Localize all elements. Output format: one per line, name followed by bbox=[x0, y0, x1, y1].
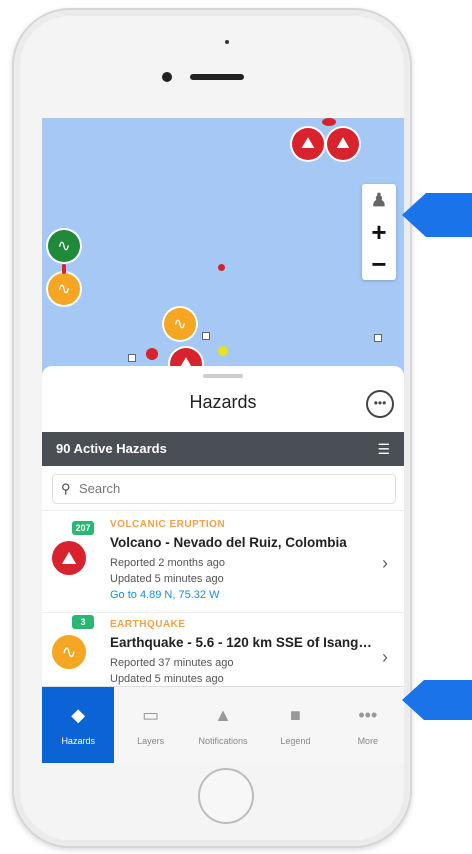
tab-label: More bbox=[357, 736, 379, 746]
earthquake-icon: ∿ bbox=[173, 316, 187, 333]
bottom-tab-bar: ◆ Hazards ▭ Layers ▲ Notifications ■ Leg… bbox=[42, 686, 404, 763]
search-placeholder: Search bbox=[79, 481, 121, 496]
count-badge: 207 bbox=[72, 521, 94, 535]
hazards-sheet: Hazards ••• 90 Active Hazards ☰ ⚲ Search… bbox=[42, 366, 404, 686]
volcano-icon: ⛰ bbox=[52, 541, 86, 575]
event-dot[interactable] bbox=[218, 264, 225, 271]
pegman-icon[interactable]: ♟ bbox=[362, 184, 396, 216]
search-icon: ⚲ bbox=[61, 481, 71, 496]
tab-label: Legend bbox=[280, 736, 311, 746]
earthquake-marker[interactable]: ∿ bbox=[48, 230, 80, 262]
event-dot[interactable] bbox=[146, 348, 158, 360]
station-marker[interactable] bbox=[202, 332, 210, 340]
hazard-title: Volcano - Nevado del Ruiz, Colombia bbox=[110, 535, 347, 550]
proximity-sensor bbox=[225, 40, 229, 44]
tab-label: Notifications bbox=[198, 736, 248, 746]
bell-icon: ▲ bbox=[214, 705, 232, 725]
count-badge: 3 bbox=[72, 615, 94, 629]
connector-line bbox=[62, 264, 66, 274]
drag-handle[interactable] bbox=[203, 374, 243, 378]
tab-layers[interactable]: ▭ Layers bbox=[114, 687, 186, 763]
callout-arrow-map bbox=[402, 193, 472, 237]
filter-icon[interactable]: ☰ bbox=[377, 441, 390, 458]
layers-icon: ▭ bbox=[142, 705, 160, 725]
updated-time: Updated 5 minutes ago bbox=[110, 573, 224, 585]
more-icon: ••• bbox=[358, 705, 378, 725]
hazard-category: VOLCANIC ERUPTION bbox=[110, 519, 226, 530]
earthquake-icon: ∿ bbox=[57, 281, 71, 298]
tab-label: Layers bbox=[137, 736, 165, 746]
earthquake-icon: ∿ bbox=[52, 635, 86, 669]
hazard-list-item[interactable]: ∿ 3 EARTHQUAKE Earthquake - 5.6 - 120 km… bbox=[42, 612, 404, 687]
home-button[interactable] bbox=[198, 768, 254, 824]
earthquake-marker[interactable]: ∿ bbox=[48, 273, 80, 305]
legend-icon: ■ bbox=[289, 705, 301, 725]
volcano-icon: ⛰ bbox=[301, 135, 315, 152]
more-options-button[interactable]: ••• bbox=[366, 390, 394, 418]
tab-legend[interactable]: ■ Legend bbox=[259, 687, 331, 763]
tab-hazards[interactable]: ◆ Hazards bbox=[42, 687, 115, 763]
updated-time: Updated 5 minutes ago bbox=[110, 673, 224, 685]
hazard-icon: ◆ bbox=[71, 705, 86, 725]
cluster-marker[interactable] bbox=[322, 118, 336, 126]
front-camera bbox=[162, 72, 172, 82]
chevron-right-icon: › bbox=[382, 647, 388, 667]
hazard-category: EARTHQUAKE bbox=[110, 619, 186, 630]
event-dot[interactable] bbox=[218, 346, 228, 356]
hazard-list-item[interactable]: ⛰ 207 VOLCANIC ERUPTION Volcano - Nevado… bbox=[42, 510, 404, 611]
phone-frame: ⛰ ⛰ ∿ ∿ ∿ ⛰ ♟ + − Hazards ••• 90 Active … bbox=[12, 8, 412, 848]
active-hazards-bar: 90 Active Hazards ☰ bbox=[42, 432, 404, 466]
sheet-title: Hazards bbox=[189, 392, 257, 412]
reported-time: Reported 37 minutes ago bbox=[110, 657, 234, 669]
volcano-marker[interactable]: ⛰ bbox=[292, 128, 324, 160]
tab-notifications[interactable]: ▲ Notifications bbox=[187, 687, 259, 763]
active-hazards-count: 90 Active Hazards bbox=[56, 441, 167, 456]
search-input[interactable]: ⚲ Search bbox=[52, 474, 396, 504]
app-screen: ⛰ ⛰ ∿ ∿ ∿ ⛰ ♟ + − Hazards ••• 90 Active … bbox=[42, 118, 404, 763]
earthquake-icon: ∿ bbox=[57, 238, 71, 255]
earpiece-speaker bbox=[190, 74, 244, 80]
reported-time: Reported 2 months ago bbox=[110, 557, 225, 569]
volcano-marker[interactable]: ⛰ bbox=[327, 128, 359, 160]
tab-label: Hazards bbox=[61, 736, 95, 746]
volcano-icon: ⛰ bbox=[336, 135, 350, 152]
earthquake-marker[interactable]: ∿ bbox=[164, 308, 196, 340]
hazard-title: Earthquake - 5.6 - 120 km SSE of Isangel… bbox=[110, 635, 378, 650]
station-marker[interactable] bbox=[128, 354, 136, 362]
zoom-out-button[interactable]: − bbox=[362, 248, 396, 280]
hazard-map[interactable]: ⛰ ⛰ ∿ ∿ ∿ ⛰ ♟ + − bbox=[42, 118, 404, 380]
station-marker[interactable] bbox=[374, 334, 382, 342]
location-link[interactable]: Go to 4.89 N, 75.32 W bbox=[110, 589, 219, 601]
zoom-in-button[interactable]: + bbox=[362, 216, 396, 248]
callout-arrow-tabbar bbox=[402, 680, 472, 720]
map-controls: ♟ + − bbox=[362, 184, 396, 280]
tab-more[interactable]: ••• More bbox=[332, 687, 404, 763]
chevron-right-icon: › bbox=[382, 553, 388, 573]
